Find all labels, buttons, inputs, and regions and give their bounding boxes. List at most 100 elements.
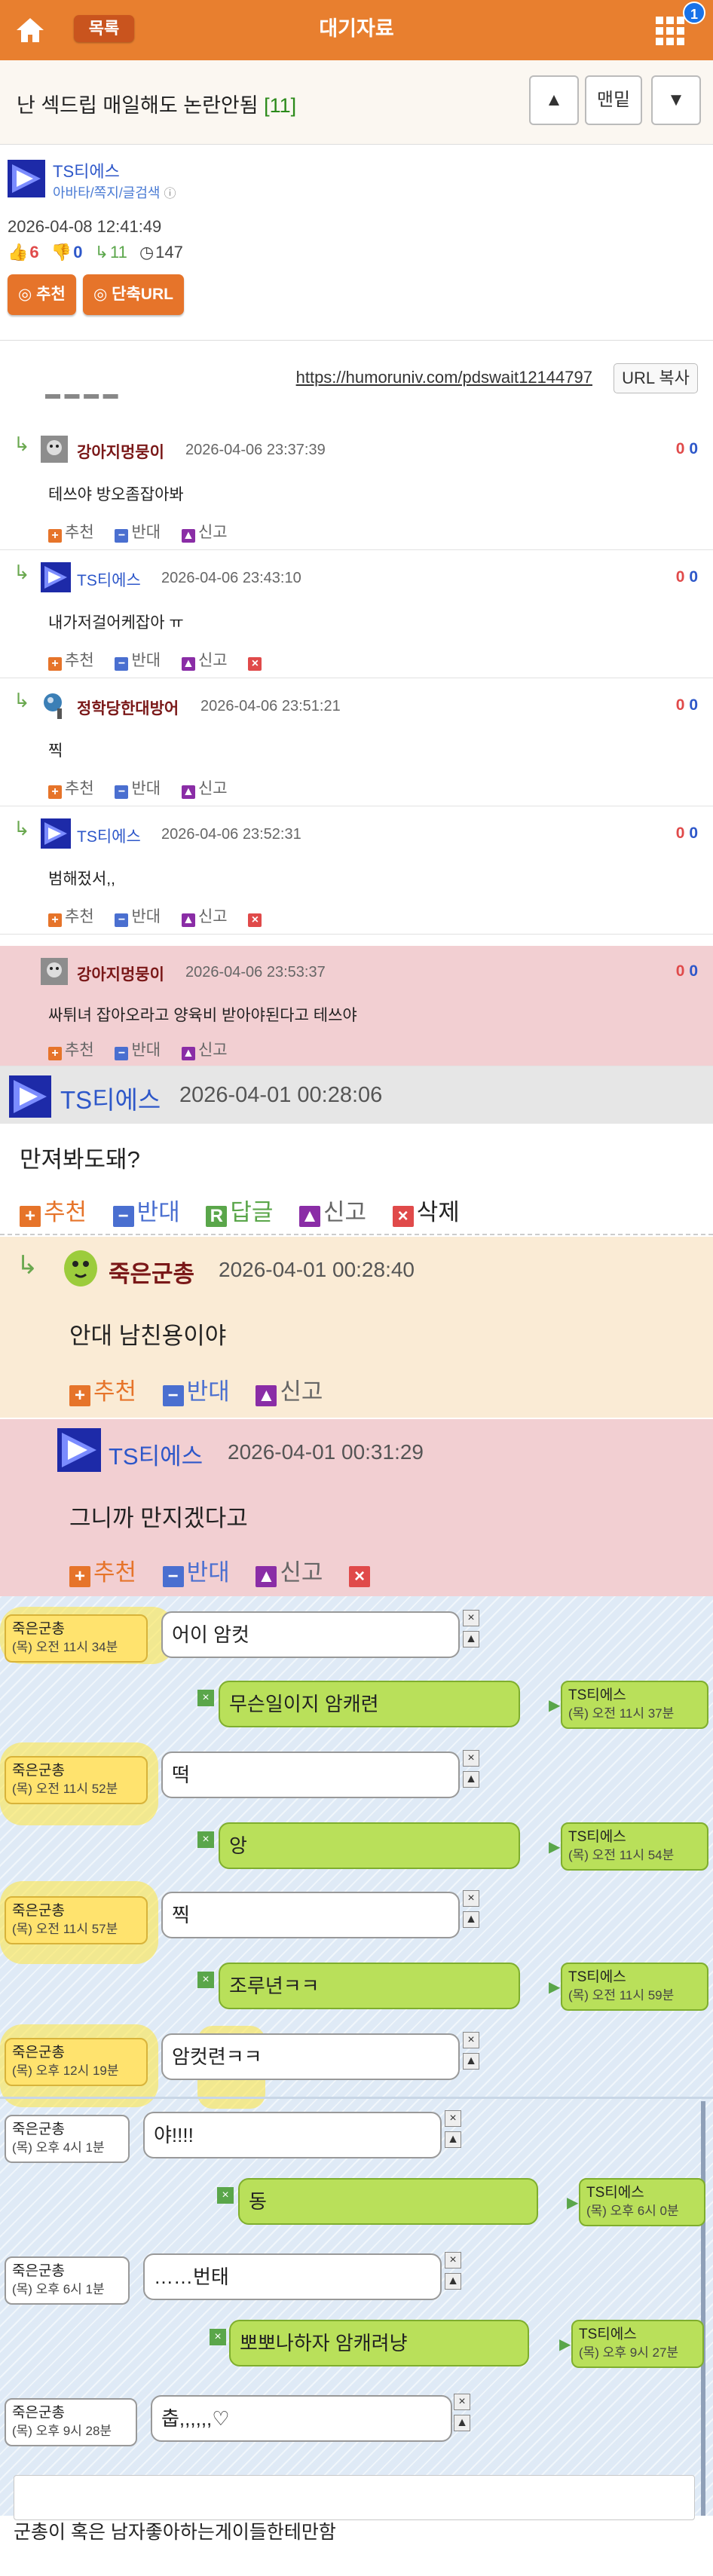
reply-action[interactable]: R 답글 — [206, 1199, 273, 1227]
avatar[interactable] — [41, 818, 71, 849]
big-comment-nick[interactable]: TS티에스 — [60, 1080, 161, 1116]
chat-sender-chip: TS티에스 (목) 오전 11시 59분 — [561, 1963, 708, 2011]
oppose-action[interactable]: − 반대 — [162, 1559, 230, 1587]
close-icon[interactable]: × — [217, 2187, 234, 2204]
recommend-action[interactable]: + 추천 — [69, 1559, 136, 1587]
avatar[interactable] — [41, 436, 68, 463]
big-comment-nick[interactable]: TS티에스 — [109, 1437, 203, 1471]
oppose-label: 반대 — [131, 524, 161, 541]
close-icon[interactable]: × — [445, 2110, 461, 2127]
close-icon[interactable]: × — [197, 1831, 214, 1848]
report-label: 신고 — [197, 524, 228, 541]
short-url-button[interactable]: ◎ 단축URL — [83, 274, 184, 315]
menu-grid-icon[interactable] — [653, 14, 687, 48]
delete-action[interactable]: × 삭제 — [392, 1199, 460, 1227]
comment-nick[interactable]: 강아지멍뭉이 — [77, 962, 164, 985]
oppose-action[interactable]: − 반대 — [115, 524, 161, 543]
siren-icon: ▲ — [181, 657, 195, 671]
avatar[interactable] — [41, 690, 71, 720]
report-action[interactable]: ▲ 신고 — [181, 652, 228, 671]
chat-bubble: 조루년ㅋㅋ — [219, 1963, 520, 2009]
comment-nick[interactable]: 강아지멍뭉이 — [77, 440, 164, 463]
author-links[interactable]: 아바타/쪽지/글검색 ⓘ — [53, 182, 176, 202]
close-icon[interactable]: × — [197, 1690, 214, 1706]
scroll-up-button[interactable]: ▲ — [529, 75, 579, 125]
post-url-link[interactable]: https://humoruniv.com/pdswait12144797 — [296, 368, 592, 387]
minus-icon: − — [115, 1047, 129, 1060]
chat-time: (목) 오후 4시 1분 — [12, 2140, 105, 2155]
chat-time: (목) 오후 12시 19분 — [12, 2064, 119, 2078]
close-icon[interactable]: × — [454, 2394, 470, 2410]
comment-nick[interactable]: 정학당한대방어 — [77, 696, 179, 719]
report-action[interactable]: ▲ 신고 — [181, 780, 228, 799]
oppose-action[interactable]: − 반대 — [112, 1199, 180, 1227]
top-bar: 목록 대기자료 1 — [0, 0, 713, 60]
recommend-action[interactable]: + 추천 — [48, 908, 94, 927]
avatar[interactable] — [9, 1075, 51, 1118]
author-name[interactable]: TS티에스 — [53, 158, 120, 182]
chat-input-box[interactable] — [14, 2475, 695, 2520]
comment-nick[interactable]: TS티에스 — [77, 825, 141, 847]
scroll-bottom-button[interactable]: 맨밑 — [585, 75, 642, 125]
scroll-down-button[interactable]: ▼ — [651, 75, 701, 125]
close-icon[interactable]: × — [463, 2032, 479, 2048]
url-copy-button[interactable]: URL 복사 — [614, 363, 698, 393]
chat-sender: TS티에스 — [579, 2327, 637, 2342]
recommend-action[interactable]: + 추천 — [69, 1378, 136, 1406]
comment-text: 범해젔서,, — [48, 870, 115, 888]
siren-icon: ▲ — [256, 1566, 277, 1587]
oppose-action[interactable]: − 반대 — [162, 1378, 230, 1406]
chat-time: (목) 오전 11시 57분 — [12, 1922, 118, 1936]
comment-time: 2026-04-06 23:43:10 — [161, 570, 301, 586]
list-button[interactable]: 목록 — [74, 15, 134, 42]
avatar[interactable] — [8, 160, 45, 197]
comment-down: 0 — [689, 440, 698, 457]
recommend-action[interactable]: + 추천 — [48, 1042, 94, 1060]
close-icon[interactable]: × — [463, 1610, 479, 1626]
big-comment-time: 2026-04-01 00:28:06 — [179, 1083, 383, 1107]
big-comment-text: 그니까 만지겠다고 — [69, 1505, 248, 1531]
avatar[interactable] — [57, 1428, 101, 1472]
oppose-action[interactable]: − 반대 — [115, 780, 161, 799]
chat-time: (목) 오후 9시 27분 — [579, 2345, 679, 2360]
oppose-action[interactable]: − 반대 — [115, 652, 161, 671]
close-icon[interactable]: × — [463, 1750, 479, 1767]
report-action[interactable]: ▲ 신고 — [256, 1559, 323, 1587]
avatar[interactable] — [41, 562, 71, 592]
close-icon[interactable]: × — [463, 1890, 479, 1907]
big-comment-time: 2026-04-01 00:28:40 — [219, 1258, 415, 1281]
report-action[interactable]: ▲ 신고 — [181, 908, 228, 927]
comment-nick[interactable]: TS티에스 — [77, 568, 141, 591]
oppose-action[interactable]: − 반대 — [115, 908, 161, 927]
delete-action[interactable]: × — [248, 652, 265, 671]
close-icon[interactable]: × — [210, 2329, 226, 2345]
chat-bubble: 무슨일이지 암캐련 — [219, 1681, 520, 1727]
big-comment-nick[interactable]: 죽은군총 — [109, 1255, 194, 1289]
avatar[interactable] — [41, 958, 68, 985]
plus-icon: + — [48, 1047, 62, 1060]
comment-time: 2026-04-06 23:37:39 — [185, 442, 326, 458]
close-icon[interactable]: × — [445, 2252, 461, 2269]
report-action[interactable]: ▲ 신고 — [299, 1199, 366, 1227]
report-action[interactable]: ▲ 신고 — [181, 1042, 228, 1060]
chat-bubble: 암컷련ㅋㅋ — [161, 2033, 460, 2080]
home-icon[interactable] — [14, 14, 47, 47]
recommend-action[interactable]: + 추천 — [48, 652, 94, 671]
report-action[interactable]: ▲ 신고 — [256, 1378, 323, 1406]
chat-scrollbar[interactable] — [701, 2101, 705, 2516]
recommend-action[interactable]: + 추천 — [48, 780, 94, 799]
x-icon: × — [349, 1566, 371, 1587]
delete-action[interactable]: × — [248, 908, 265, 927]
comment-up: 0 — [675, 825, 685, 842]
delete-action[interactable]: × — [349, 1559, 373, 1587]
recommend-action[interactable]: + 추천 — [48, 524, 94, 543]
recommend-action[interactable]: + 추천 — [20, 1199, 87, 1227]
report-action[interactable]: ▲ 신고 — [181, 524, 228, 543]
oppose-action[interactable]: − 반대 — [115, 1042, 161, 1060]
comment-text: 싸튀녀 잡아오라고 양육비 받아야된다고 테쓰야 — [48, 1007, 357, 1024]
close-icon[interactable]: × — [197, 1972, 214, 1988]
avatar[interactable] — [59, 1244, 103, 1288]
notification-badge[interactable]: 1 — [683, 2, 705, 24]
recommend-button[interactable]: ◎ 추천 — [8, 274, 76, 315]
big-comment-text: 안대 남친용이야 — [69, 1323, 227, 1349]
